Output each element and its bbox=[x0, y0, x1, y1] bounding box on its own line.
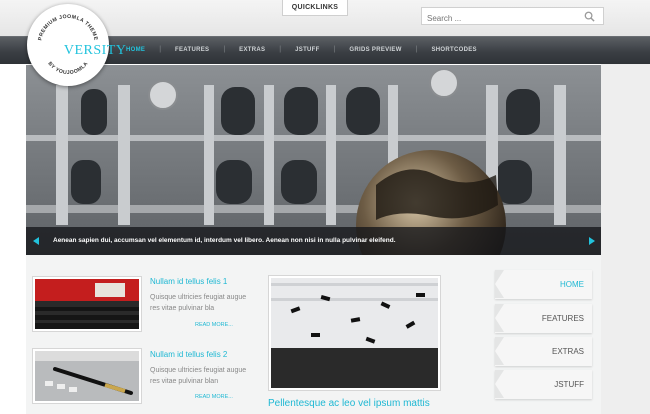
tab-notch bbox=[495, 337, 504, 365]
read-more-link[interactable]: READ MORE... bbox=[195, 394, 233, 400]
logo-text-part2: VERSITY bbox=[63, 43, 127, 58]
search-input[interactable] bbox=[422, 10, 577, 27]
side-tab-extras[interactable]: EXTRAS bbox=[495, 337, 592, 366]
nav-item-shortcodes[interactable]: SHORTCODES bbox=[432, 47, 477, 53]
nav-separator: | bbox=[333, 46, 336, 53]
tab-notch bbox=[495, 270, 504, 298]
slider-next-arrow-icon[interactable] bbox=[589, 237, 595, 245]
side-tab-label: JSTUFF bbox=[554, 380, 584, 389]
featured-image[interactable] bbox=[268, 275, 441, 391]
article-excerpt: Quisque ultricies feugiat augue res vitae… bbox=[150, 294, 247, 312]
quicklinks-button[interactable]: QUICKLINKS bbox=[282, 0, 348, 16]
featured-title[interactable]: Pellentesque ac leo vel ipsum mattis bbox=[268, 398, 430, 409]
tab-notch bbox=[495, 370, 504, 398]
side-tab-label: HOME bbox=[560, 280, 584, 289]
read-more-link[interactable]: READ MORE... bbox=[195, 322, 233, 328]
side-tab-label: FEATURES bbox=[541, 314, 584, 323]
search-box bbox=[421, 7, 604, 27]
search-icon[interactable] bbox=[584, 11, 595, 22]
side-tab-label: EXTRAS bbox=[551, 347, 584, 356]
article-thumbnail[interactable] bbox=[32, 348, 142, 404]
slider-caption-text: Aenean sapien dui, accumsan vel elementu… bbox=[53, 237, 396, 244]
side-tab-jstuff[interactable]: JSTUFF bbox=[495, 370, 592, 399]
nav-separator: | bbox=[159, 46, 162, 53]
hero-slider[interactable]: Aenean sapien dui, accumsan vel elementu… bbox=[26, 65, 601, 255]
slider-caption: Aenean sapien dui, accumsan vel elementu… bbox=[26, 227, 601, 255]
nav-item-home[interactable]: HOME bbox=[126, 47, 145, 53]
article-title[interactable]: Nullam id tellus felis 2 bbox=[150, 350, 227, 359]
nav-separator: | bbox=[279, 46, 282, 53]
side-tab-home[interactable]: HOME bbox=[495, 270, 592, 299]
logo-text-part1: YOU bbox=[32, 43, 64, 58]
article-excerpt: Quisque ultricies feugiat augue res vitae… bbox=[150, 367, 247, 385]
article-title[interactable]: Nullam id tellus felis 1 bbox=[150, 277, 227, 286]
site-logo[interactable]: YOUVERSITY bbox=[32, 43, 126, 59]
nav-item-jstuff[interactable]: JSTUFF bbox=[295, 47, 319, 53]
nav-separator: | bbox=[415, 46, 418, 53]
calculator-pen-image bbox=[35, 351, 139, 401]
nav-item-grids-preview[interactable]: GRIDS PREVIEW bbox=[349, 47, 401, 53]
side-tab-features[interactable]: FEATURES bbox=[495, 304, 592, 333]
graduation-caps-image bbox=[271, 278, 438, 388]
nav-item-features[interactable]: FEATURES bbox=[175, 47, 209, 53]
article-thumbnail[interactable] bbox=[32, 276, 142, 332]
right-background-band bbox=[601, 36, 650, 414]
tab-notch bbox=[495, 304, 504, 332]
nav-separator: | bbox=[223, 46, 226, 53]
main-menu: HOME | FEATURES | EXTRAS | JSTUFF | GRID… bbox=[126, 36, 477, 63]
nav-item-extras[interactable]: EXTRAS bbox=[239, 47, 265, 53]
lecture-hall-image bbox=[35, 279, 139, 329]
slider-prev-arrow-icon[interactable] bbox=[33, 237, 39, 245]
